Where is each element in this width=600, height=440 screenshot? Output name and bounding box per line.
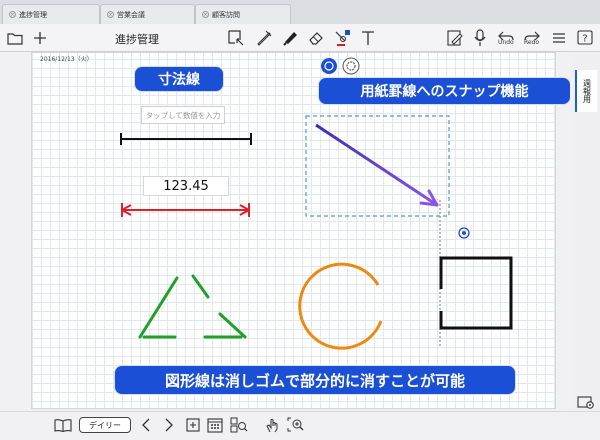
settings-icon — [577, 396, 594, 409]
book-icon — [54, 419, 72, 432]
next-page-button[interactable] — [160, 416, 178, 434]
chevron-right-icon — [165, 418, 173, 432]
arrow-shape — [315, 123, 439, 207]
settings-button[interactable] — [576, 392, 596, 412]
circle-shape — [298, 262, 383, 350]
hand-tool-button[interactable] — [264, 416, 282, 434]
callout-erase: 図形線は消しゴムで部分的に消すことが可能 — [114, 365, 516, 395]
add-page-button[interactable] — [184, 416, 202, 434]
chevron-left-icon — [142, 418, 150, 432]
sidebar-tab-weekly[interactable]: 週報用 — [575, 70, 597, 112]
hand-icon — [266, 419, 278, 433]
calendar-button[interactable] — [206, 416, 224, 434]
dimension-line-black — [120, 133, 252, 145]
square-shape — [439, 256, 513, 330]
notebook-button[interactable] — [54, 416, 72, 434]
dimension-line-red — [121, 203, 250, 217]
zoom-window-button[interactable] — [287, 416, 305, 434]
add-page-icon — [186, 418, 200, 432]
calendar-icon — [207, 418, 223, 433]
zoom-window-icon — [287, 417, 304, 432]
snap-target-icon — [458, 227, 470, 239]
prev-page-button[interactable] — [137, 416, 155, 434]
triangle-shape — [138, 274, 247, 339]
daily-view-button[interactable]: デイリー — [79, 417, 131, 433]
page-search-icon — [230, 417, 248, 433]
page-search-button[interactable] — [230, 416, 248, 434]
